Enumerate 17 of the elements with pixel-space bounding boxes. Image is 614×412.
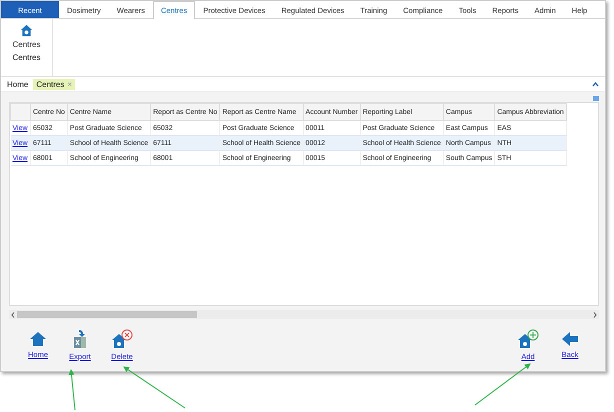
scroll-right-icon[interactable]	[593, 312, 597, 318]
horizontal-scrollbar[interactable]	[9, 310, 599, 319]
house-delete-icon	[111, 329, 133, 349]
pointer-arrow	[123, 366, 186, 408]
house-icon	[20, 24, 33, 37]
pointer-arrow	[68, 369, 76, 410]
home-icon	[29, 331, 47, 347]
spreadsheet-export-icon	[71, 329, 89, 349]
centres-ribbon-button[interactable]: Centres	[12, 24, 40, 49]
collapse-chevron-icon[interactable]	[592, 82, 599, 86]
breadcrumb-tab[interactable]: Home	[4, 78, 32, 90]
scroll-left-icon[interactable]	[11, 312, 15, 318]
ribbon-group-label: Centres	[12, 53, 40, 62]
back-arrow-icon	[561, 331, 579, 347]
breadcrumb-tab[interactable]: Centres ×	[33, 78, 76, 90]
pointer-arrow	[474, 363, 531, 406]
house-add-icon	[517, 329, 539, 349]
